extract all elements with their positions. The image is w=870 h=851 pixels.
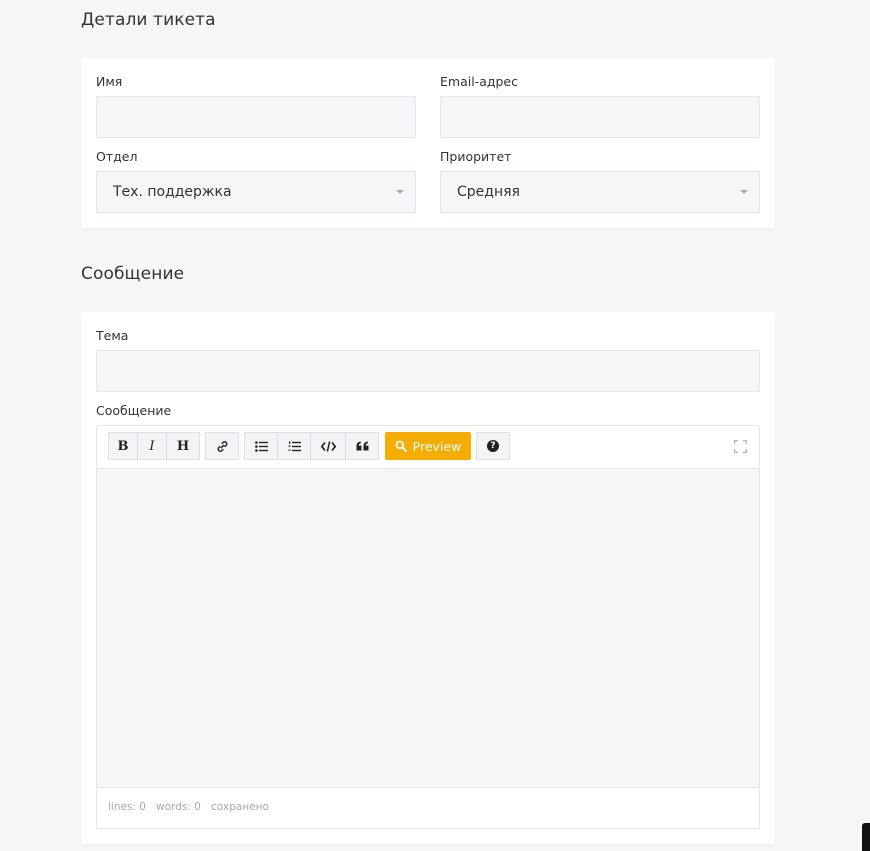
priority-select[interactable]: Средняя xyxy=(440,171,760,213)
ticket-form-page: Детали тикета Имя Email-адрес Отдел Тех.… xyxy=(0,0,870,851)
editor-statusbar: lines: 0 words: 0 сохранено xyxy=(108,801,269,813)
chevron-down-icon xyxy=(740,190,748,194)
code-button[interactable] xyxy=(311,433,346,459)
preview-button[interactable]: Preview xyxy=(385,432,471,460)
bold-button[interactable]: B xyxy=(109,433,138,459)
name-label: Имя xyxy=(96,74,123,89)
italic-button[interactable]: I xyxy=(138,433,167,459)
message-textarea[interactable] xyxy=(97,469,759,788)
ticket-details-card: Имя Email-адрес Отдел Тех. поддержка При… xyxy=(81,58,775,228)
ordered-list-icon xyxy=(287,440,301,451)
message-section-title: Сообщение xyxy=(81,264,185,284)
link-icon xyxy=(217,440,227,452)
fullscreen-icon[interactable] xyxy=(734,440,747,453)
subject-input[interactable] xyxy=(96,350,760,392)
heading-button[interactable]: H xyxy=(167,433,199,459)
block-button-group xyxy=(244,432,379,460)
lines-count: lines: 0 xyxy=(108,801,146,813)
unordered-list-button[interactable] xyxy=(245,433,278,459)
autosave-status: сохранено xyxy=(210,801,269,813)
priority-selected-value: Средняя xyxy=(457,184,520,200)
subject-label: Тема xyxy=(96,328,129,343)
markdown-editor: B I H Preview ? lines: 0 words: 0 сохран… xyxy=(96,425,760,829)
quote-icon xyxy=(356,441,368,451)
email-label: Email-адрес xyxy=(440,74,518,89)
editor-toolbar: B I H Preview ? xyxy=(97,426,759,469)
name-input[interactable] xyxy=(96,96,416,138)
email-input[interactable] xyxy=(440,96,760,138)
department-select[interactable]: Тех. поддержка xyxy=(96,171,416,213)
floating-widget-edge xyxy=(862,823,870,851)
ticket-details-title: Детали тикета xyxy=(81,10,216,30)
help-button[interactable]: ? xyxy=(476,432,510,460)
link-button[interactable] xyxy=(206,433,238,459)
chevron-down-icon xyxy=(396,190,404,194)
search-icon xyxy=(395,440,407,452)
department-selected-value: Тех. поддержка xyxy=(113,184,232,200)
preview-label: Preview xyxy=(412,438,462,454)
question-circle-icon: ? xyxy=(487,440,499,452)
format-button-group: B I H xyxy=(108,432,200,460)
message-label: Сообщение xyxy=(96,403,172,418)
department-label: Отдел xyxy=(96,149,138,164)
message-card: Тема Сообщение B I H Preview ? lines: 0 … xyxy=(81,312,775,844)
unordered-list-icon xyxy=(254,440,268,452)
link-button-group xyxy=(205,432,239,460)
code-icon xyxy=(320,440,336,452)
quote-button[interactable] xyxy=(346,433,378,459)
ordered-list-button[interactable] xyxy=(278,433,311,459)
words-count: words: 0 xyxy=(155,801,201,813)
priority-label: Приоритет xyxy=(440,149,512,164)
